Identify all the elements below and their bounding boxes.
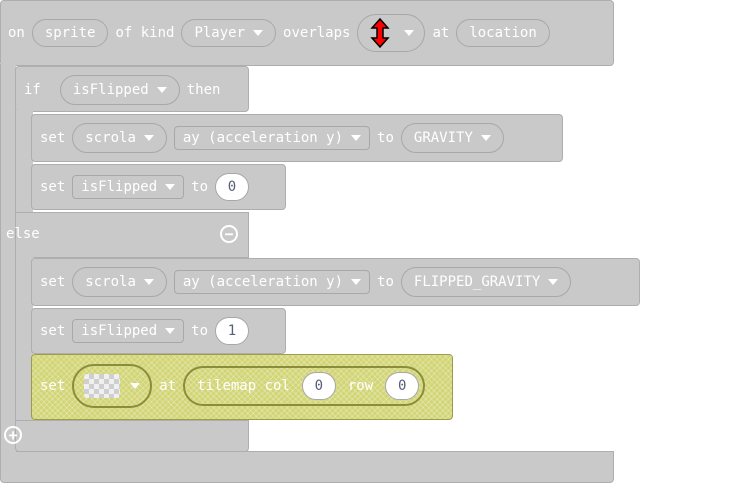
condition-value: isFlipped — [72, 82, 149, 98]
property-value: ay (acceleration y) — [182, 274, 344, 290]
chevron-down-icon — [480, 135, 491, 141]
red-double-arrow-icon — [368, 18, 392, 48]
event-header: on sprite of kind Player overlaps at loc… — [8, 14, 550, 52]
value-text: FLIPPED_GRAVITY — [413, 274, 541, 290]
chevron-down-icon — [165, 328, 176, 334]
property-value: ay (acceleration y) — [182, 130, 344, 146]
number-input[interactable]: 1 — [215, 317, 250, 345]
sprite-variable-value: scrola — [85, 274, 136, 290]
if-block-footer — [15, 420, 249, 452]
set-label: set — [40, 378, 66, 394]
variable-value: isFlipped — [81, 179, 158, 195]
kind-value: Player — [194, 25, 246, 41]
if-label: if — [24, 82, 41, 98]
of-kind-label: of kind — [115, 25, 175, 41]
chevron-down-icon — [253, 30, 264, 36]
to-label: to — [191, 179, 209, 195]
event-block-footer — [0, 451, 614, 483]
tilemap-location[interactable]: tilemap col 0 row 0 — [183, 366, 426, 406]
chevron-down-icon — [130, 383, 141, 389]
number-input[interactable]: 0 — [215, 173, 250, 201]
tile-image-dropdown[interactable] — [72, 364, 153, 408]
set-label: set — [40, 323, 66, 339]
variable-value: isFlipped — [81, 323, 158, 339]
chevron-down-icon — [143, 279, 154, 285]
chevron-down-icon — [548, 279, 559, 285]
set-label: set — [40, 274, 66, 290]
chevron-down-icon — [143, 135, 154, 141]
at-label: at — [432, 25, 450, 41]
property-dropdown[interactable]: ay (acceleration y) — [173, 270, 371, 294]
sprite-variable-value: scrola — [85, 130, 136, 146]
row-label: row — [347, 378, 374, 394]
overlaps-label: overlaps — [283, 25, 351, 41]
value-dropdown[interactable]: GRAVITY — [400, 123, 504, 153]
stmt2-row: set isFlipped to 0 — [40, 172, 250, 202]
chevron-down-icon — [404, 30, 415, 36]
property-dropdown[interactable]: ay (acceleration y) — [173, 126, 371, 150]
chevron-down-icon — [165, 184, 176, 190]
stmt1-row: set scrola ay (acceleration y) to GRAVIT… — [40, 123, 504, 153]
sprite-variable-dropdown[interactable]: scrola — [72, 123, 167, 153]
minus-circle-icon[interactable]: − — [220, 225, 238, 243]
tilemap-col-label: tilemap col — [197, 378, 290, 394]
at-label: at — [159, 378, 177, 394]
transparent-tile-icon — [84, 374, 121, 398]
to-label: to — [377, 130, 394, 146]
plus-circle-icon[interactable]: + — [4, 426, 22, 444]
kind-dropdown[interactable]: Player — [181, 19, 277, 47]
to-label: to — [377, 274, 394, 290]
event-block-spine — [0, 64, 16, 454]
to-label: to — [191, 323, 209, 339]
col-input[interactable]: 0 — [301, 372, 336, 400]
chevron-down-icon — [351, 135, 362, 141]
condition-dropdown[interactable]: isFlipped — [59, 75, 180, 105]
on-label: on — [8, 25, 25, 41]
row-input[interactable]: 0 — [385, 372, 420, 400]
if-header: if isFlipped then — [24, 74, 220, 106]
else-label: else — [6, 226, 40, 242]
then-label: then — [186, 82, 221, 98]
set-label: set — [40, 130, 66, 146]
stmt3-row: set scrola ay (acceleration y) to FLIPPE… — [40, 267, 572, 297]
location-param[interactable]: location — [456, 19, 550, 47]
stmt5-row: set at tilemap col 0 row 0 — [40, 364, 426, 408]
else-bar — [15, 212, 249, 258]
sprite-variable-dropdown[interactable]: scrola — [72, 267, 167, 297]
tile-dropdown[interactable] — [357, 14, 426, 52]
sprite-param[interactable]: sprite — [31, 19, 109, 47]
variable-dropdown[interactable]: isFlipped — [72, 175, 185, 199]
variable-dropdown[interactable]: isFlipped — [72, 319, 185, 343]
value-text: GRAVITY — [413, 130, 473, 146]
chevron-down-icon — [351, 279, 362, 285]
chevron-down-icon — [156, 87, 167, 93]
set-label: set — [40, 179, 66, 195]
value-dropdown[interactable]: FLIPPED_GRAVITY — [400, 267, 572, 297]
stmt4-row: set isFlipped to 1 — [40, 316, 250, 346]
